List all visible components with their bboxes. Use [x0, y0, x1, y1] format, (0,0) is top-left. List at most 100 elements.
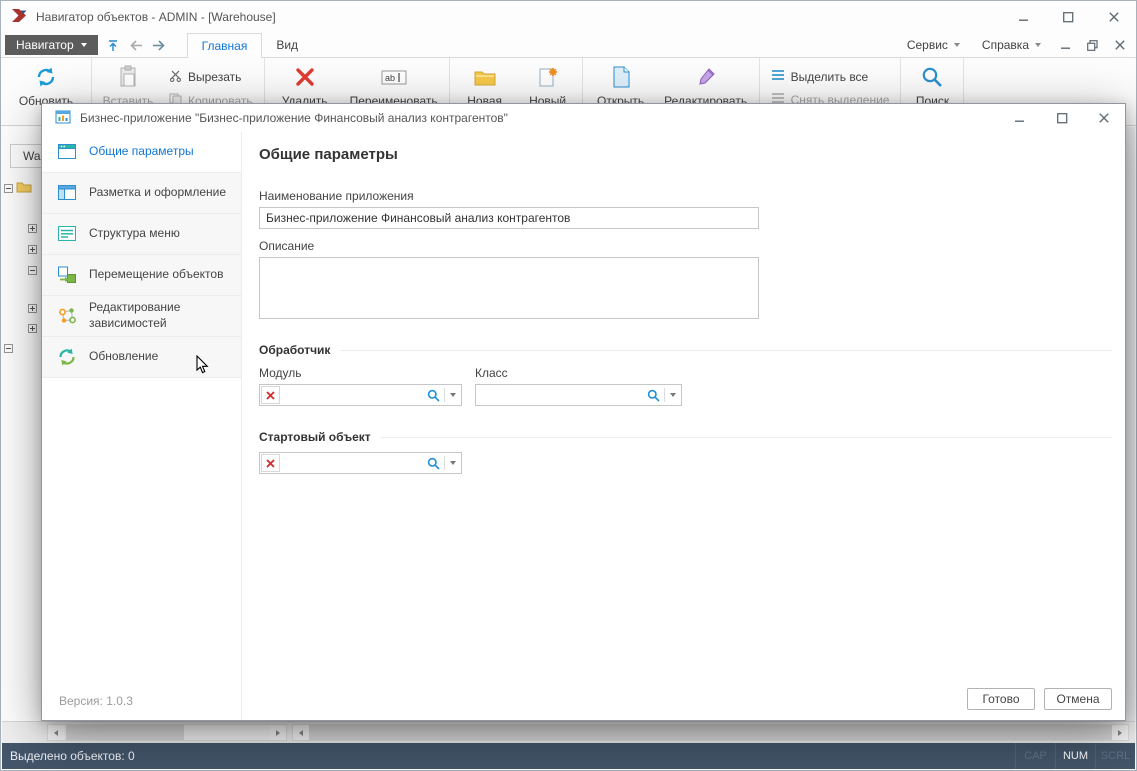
class-dropdown-button[interactable]: [665, 393, 681, 397]
close-button[interactable]: [1091, 1, 1136, 33]
new-object-icon: [517, 62, 579, 92]
titlebar: Навигатор объектов - ADMIN - [Warehouse]: [1, 1, 1136, 33]
module-input[interactable]: [281, 388, 422, 402]
refresh-button[interactable]: Обновить: [4, 60, 88, 108]
scroll-right-button[interactable]: [270, 725, 286, 740]
general-params-icon: [55, 141, 79, 163]
scroll-thumb[interactable]: [66, 725, 184, 740]
move-objects-icon: [55, 264, 79, 286]
scroll-track[interactable]: [309, 725, 1112, 740]
start-object-lookup-field[interactable]: [259, 452, 462, 474]
caps-lock-indicator: CAP: [1015, 743, 1055, 769]
new-folder-button[interactable]: Новая: [453, 60, 517, 108]
start-object-search-icon[interactable]: [422, 457, 444, 470]
scroll-thumb[interactable]: [309, 725, 1112, 740]
dialog-content: Общие параметры Наименование приложения …: [242, 132, 1125, 720]
cut-label: Вырезать: [188, 70, 241, 84]
navigator-menu-button[interactable]: Навигатор: [5, 35, 98, 55]
nav-item-layout[interactable]: Разметка и оформление: [42, 173, 241, 214]
cancel-button[interactable]: Отмена: [1044, 688, 1112, 710]
dialog-close-button[interactable]: [1083, 104, 1125, 132]
dialog-minimize-button[interactable]: [999, 104, 1041, 132]
open-button[interactable]: Открыть: [586, 60, 656, 108]
back-arrow-button[interactable]: [125, 33, 148, 57]
window-title: Навигатор объектов - ADMIN - [Warehouse]: [36, 10, 276, 24]
group-rule: [381, 437, 1112, 438]
nav-item-general-params[interactable]: Общие параметры: [42, 132, 241, 173]
select-all-icon: [771, 69, 785, 84]
paste-icon: [95, 62, 161, 92]
tab-view[interactable]: Вид: [262, 33, 312, 57]
window-controls: [1001, 1, 1136, 33]
delete-button[interactable]: Удалить: [268, 60, 342, 108]
nav-item-move-objects[interactable]: Перемещение объектов: [42, 255, 241, 296]
mdi-restore-button[interactable]: [1079, 33, 1106, 57]
tree-collapse-icon[interactable]: [4, 184, 13, 193]
module-dropdown-button[interactable]: [445, 393, 461, 397]
service-menu[interactable]: Сервис: [896, 38, 971, 52]
dialog-title: Бизнес-приложение "Бизнес-приложение Фин…: [80, 111, 508, 125]
new-object-button[interactable]: Новый: [517, 60, 579, 108]
class-input[interactable]: [476, 388, 642, 402]
paste-button[interactable]: Вставить: [95, 60, 161, 108]
tree-expand-icon[interactable]: [28, 245, 37, 254]
clear-start-object-button[interactable]: [261, 454, 280, 472]
scroll-right-button[interactable]: [1112, 725, 1128, 740]
module-label: Модуль: [259, 366, 462, 380]
content-heading: Общие параметры: [259, 146, 1112, 163]
start-object-dropdown-button[interactable]: [445, 461, 461, 465]
cut-button[interactable]: Вырезать: [165, 68, 257, 86]
tree-expand-icon[interactable]: [28, 224, 37, 233]
tree-collapse-icon[interactable]: [28, 266, 37, 275]
mdi-close-button[interactable]: [1106, 33, 1133, 57]
scroll-left-button[interactable]: [48, 725, 64, 740]
tab-home-label: Главная: [202, 39, 248, 53]
tree-expand-icon[interactable]: [28, 324, 37, 333]
tree-hscrollbar[interactable]: [47, 724, 287, 741]
mdi-minimize-button[interactable]: [1052, 33, 1079, 57]
update-icon: [55, 346, 79, 368]
clear-module-button[interactable]: [261, 386, 280, 404]
start-object-group-header: Стартовый объект: [259, 430, 1112, 444]
scroll-strip: [2, 721, 1135, 743]
rename-button[interactable]: ab Переименовать: [342, 60, 446, 108]
version-label: Версия: 1.0.3: [59, 694, 133, 708]
module-lookup-field[interactable]: [259, 384, 462, 406]
description-label: Описание: [259, 239, 1112, 253]
help-menu[interactable]: Справка: [971, 38, 1052, 52]
tree-expand-icon[interactable]: [28, 304, 37, 313]
nav-item-update[interactable]: Обновление: [42, 337, 241, 378]
group-rule: [340, 350, 1112, 351]
description-textarea[interactable]: [259, 257, 759, 319]
maximize-button[interactable]: [1046, 1, 1091, 33]
edit-button[interactable]: Редактировать: [656, 60, 756, 108]
handler-fields-row: Модуль Класс: [259, 366, 1112, 406]
search-button[interactable]: Поиск: [904, 60, 960, 108]
class-lookup-field[interactable]: [475, 384, 682, 406]
done-button[interactable]: Готово: [967, 688, 1035, 710]
open-icon: [586, 62, 656, 92]
class-search-icon[interactable]: [642, 389, 664, 402]
dialog-maximize-button[interactable]: [1041, 104, 1083, 132]
rename-icon: ab: [342, 62, 446, 92]
module-search-icon[interactable]: [422, 389, 444, 402]
scroll-left-button[interactable]: [293, 725, 309, 740]
forward-arrow-button[interactable]: [148, 33, 171, 57]
ribbon-right-menus: Сервис Справка: [896, 33, 1136, 57]
tree-collapse-icon[interactable]: [4, 344, 13, 353]
app-name-input[interactable]: [259, 207, 759, 229]
select-all-button[interactable]: Выделить все: [767, 68, 894, 85]
scroll-track[interactable]: [64, 725, 270, 740]
start-object-heading: Стартовый объект: [259, 430, 371, 444]
collapse-to-top-button[interactable]: [102, 33, 125, 57]
class-field-block: Класс: [475, 366, 682, 406]
triangle-left-icon: [299, 730, 303, 736]
start-object-input[interactable]: [281, 456, 422, 470]
refresh-icon: [4, 62, 88, 92]
nav-item-edit-dependencies[interactable]: Редактирование зависимостей: [42, 296, 241, 337]
minimize-button[interactable]: [1001, 1, 1046, 33]
list-hscrollbar[interactable]: [292, 724, 1129, 741]
app-name-label: Наименование приложения: [259, 189, 1112, 203]
nav-item-menu-structure[interactable]: Структура меню: [42, 214, 241, 255]
tab-home[interactable]: Главная: [187, 33, 263, 58]
